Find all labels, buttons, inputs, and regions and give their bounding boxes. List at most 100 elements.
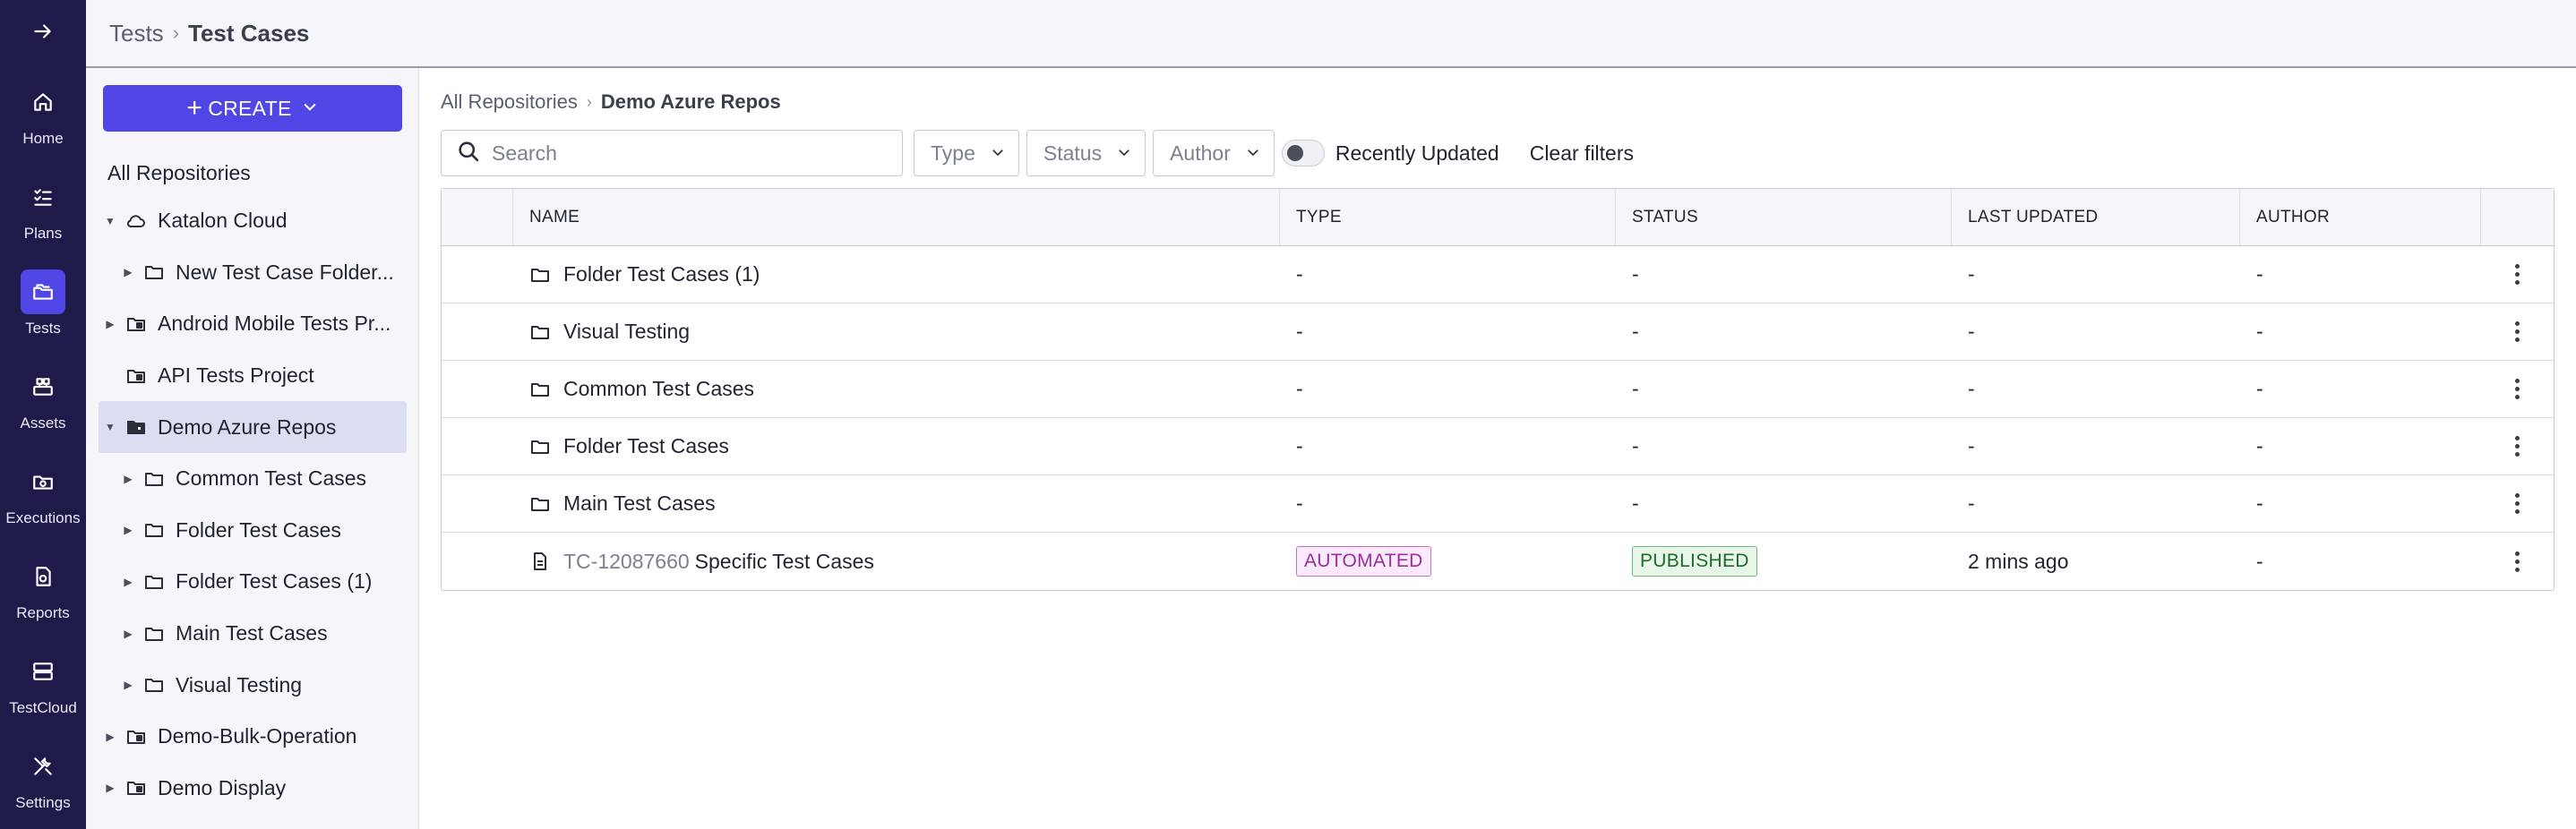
row-name[interactable]: Folder Test Cases bbox=[563, 434, 729, 458]
tree-item-label: New Test Case Folder... bbox=[176, 260, 394, 284]
status-cell: - bbox=[1632, 320, 1639, 343]
name-cell[interactable]: TC-12087660 Specific Test Cases bbox=[513, 533, 1280, 590]
folder-icon bbox=[143, 468, 167, 490]
caret-right-icon[interactable]: ▶ bbox=[102, 782, 118, 794]
chevron-right-icon: › bbox=[172, 21, 180, 44]
caret-right-icon[interactable]: ▶ bbox=[102, 318, 118, 330]
tree-item-api-tests-project[interactable]: API Tests Project bbox=[99, 350, 407, 402]
tree-item-katalon-cloud[interactable]: ▼ Katalon Cloud bbox=[99, 195, 407, 247]
tree-item-new-test-case-folder[interactable]: ▶ New Test Case Folder... bbox=[99, 247, 407, 299]
tree-item-main-test-cases[interactable]: ▶ Main Test Cases bbox=[99, 608, 407, 660]
row-name[interactable]: Common Test Cases bbox=[563, 377, 754, 401]
folder-icon bbox=[143, 571, 167, 593]
recently-updated-toggle[interactable] bbox=[1281, 140, 1325, 167]
tree-item-folder-test-cases[interactable]: ▶ Folder Test Cases bbox=[99, 505, 407, 557]
tree-item-common-test-cases[interactable]: ▶ Common Test Cases bbox=[99, 453, 407, 505]
nav-item-testcloud[interactable]: TestCloud bbox=[0, 636, 86, 731]
row-name[interactable]: Folder Test Cases (1) bbox=[563, 262, 760, 286]
tree-item-label: Demo Display bbox=[158, 775, 287, 799]
caret-right-icon[interactable]: ▶ bbox=[102, 731, 118, 743]
toggle-knob bbox=[1286, 145, 1303, 161]
tree-item-demo-bulk-operation[interactable]: ▶ Demo-Bulk-Operation bbox=[99, 711, 407, 763]
name-cell[interactable]: Folder Test Cases (1) bbox=[513, 246, 1280, 303]
column-header-type[interactable]: TYPE bbox=[1280, 189, 1616, 245]
tree-item-android-mobile-tests[interactable]: ▶ Android Mobile Tests Pr... bbox=[99, 298, 407, 350]
row-actions-button[interactable] bbox=[2481, 246, 2554, 303]
author-cell: - bbox=[2256, 377, 2263, 400]
status-cell: - bbox=[1632, 377, 1639, 400]
table-row[interactable]: TC-12087660 Specific Test Cases AUTOMATE… bbox=[442, 533, 2554, 590]
table-row[interactable]: Folder Test Cases - - - - bbox=[442, 418, 2554, 475]
nav-item-assets[interactable]: Assets bbox=[0, 351, 86, 446]
nav-item-settings[interactable]: Settings bbox=[0, 731, 86, 825]
nav-item-home[interactable]: Home bbox=[0, 66, 86, 161]
table-row[interactable]: Common Test Cases - - - - bbox=[442, 361, 2554, 418]
caret-right-icon[interactable]: ▶ bbox=[120, 524, 136, 536]
chevron-down-icon bbox=[1245, 141, 1261, 166]
column-header-author[interactable]: AUTHOR bbox=[2240, 189, 2481, 245]
caret-down-icon[interactable]: ▼ bbox=[102, 215, 118, 227]
nav-item-reports[interactable]: Reports bbox=[0, 541, 86, 636]
folder-icon bbox=[529, 493, 551, 515]
row-actions-button[interactable] bbox=[2481, 303, 2554, 360]
caret-right-icon[interactable]: ▶ bbox=[120, 628, 136, 640]
search-box[interactable] bbox=[441, 130, 903, 176]
column-header-status[interactable]: STATUS bbox=[1616, 189, 1952, 245]
status-filter-dropdown[interactable]: Status bbox=[1026, 130, 1146, 176]
table-row[interactable]: Folder Test Cases (1) - - - - bbox=[442, 246, 2554, 303]
row-actions-button[interactable] bbox=[2481, 361, 2554, 417]
column-header-name[interactable]: NAME bbox=[513, 189, 1280, 245]
table-header: NAME TYPE STATUS LAST UPDATED AUTHOR bbox=[442, 189, 2554, 246]
tree-item-demo-display[interactable]: ▶ Demo Display bbox=[99, 763, 407, 815]
row-name[interactable]: Main Test Cases bbox=[563, 491, 716, 516]
name-cell[interactable]: Main Test Cases bbox=[513, 475, 1280, 532]
repo-icon bbox=[125, 726, 149, 748]
breadcrumb-all-repositories[interactable]: All Repositories bbox=[441, 90, 578, 114]
caret-down-icon[interactable]: ▼ bbox=[102, 421, 118, 433]
row-name[interactable]: Visual Testing bbox=[563, 320, 690, 344]
search-input[interactable] bbox=[492, 141, 886, 166]
expand-nav-button[interactable] bbox=[0, 0, 86, 66]
type-cell: - bbox=[1296, 377, 1303, 400]
tree-item-folder-test-cases-1[interactable]: ▶ Folder Test Cases (1) bbox=[99, 556, 407, 608]
row-name[interactable]: Specific Test Cases bbox=[695, 550, 874, 574]
nav-item-executions[interactable]: Executions bbox=[0, 446, 86, 541]
more-vertical-icon bbox=[2515, 493, 2520, 514]
caret-right-icon[interactable]: ▶ bbox=[120, 473, 136, 485]
nav-item-tests[interactable]: Tests bbox=[0, 256, 86, 351]
home-icon bbox=[21, 80, 65, 124]
page-header: Tests › Test Cases bbox=[86, 0, 2576, 68]
chevron-down-icon bbox=[1116, 141, 1132, 166]
tree-item-all-repositories[interactable]: All Repositories bbox=[107, 161, 251, 185]
tree-item-demo-azure-repos[interactable]: ▼ Demo Azure Repos bbox=[99, 401, 407, 453]
repo-icon bbox=[125, 365, 149, 387]
create-button[interactable]: + CREATE bbox=[103, 85, 402, 132]
column-header-last-updated[interactable]: LAST UPDATED bbox=[1952, 189, 2240, 245]
page-title: Test Cases bbox=[188, 19, 310, 47]
name-cell[interactable]: Common Test Cases bbox=[513, 361, 1280, 417]
nav-item-plans[interactable]: Plans bbox=[0, 161, 86, 256]
row-actions-button[interactable] bbox=[2481, 418, 2554, 474]
type-filter-dropdown[interactable]: Type bbox=[914, 130, 1019, 176]
breadcrumb-current-repo: Demo Azure Repos bbox=[600, 90, 781, 113]
author-filter-dropdown[interactable]: Author bbox=[1153, 130, 1275, 176]
caret-right-icon[interactable]: ▶ bbox=[120, 679, 136, 691]
table-row[interactable]: Visual Testing - - - - bbox=[442, 303, 2554, 361]
caret-right-icon[interactable]: ▶ bbox=[120, 266, 136, 278]
folder-icon bbox=[529, 321, 551, 343]
folder-icon bbox=[143, 519, 167, 541]
name-cell[interactable]: Visual Testing bbox=[513, 303, 1280, 360]
author-cell: - bbox=[2256, 262, 2263, 286]
author-cell: - bbox=[2256, 434, 2263, 457]
server-icon bbox=[21, 649, 65, 694]
clear-filters-button[interactable]: Clear filters bbox=[1530, 141, 1634, 166]
tree-item-visual-testing[interactable]: ▶ Visual Testing bbox=[99, 659, 407, 711]
name-cell[interactable]: Folder Test Cases bbox=[513, 418, 1280, 474]
table-row[interactable]: Main Test Cases - - - - bbox=[442, 475, 2554, 533]
row-actions-button[interactable] bbox=[2481, 533, 2554, 590]
breadcrumb-tests[interactable]: Tests bbox=[109, 20, 164, 47]
test-case-id: TC-12087660 bbox=[563, 549, 690, 573]
caret-right-icon[interactable]: ▶ bbox=[120, 576, 136, 588]
cloud-icon bbox=[125, 210, 149, 232]
row-actions-button[interactable] bbox=[2481, 475, 2554, 532]
